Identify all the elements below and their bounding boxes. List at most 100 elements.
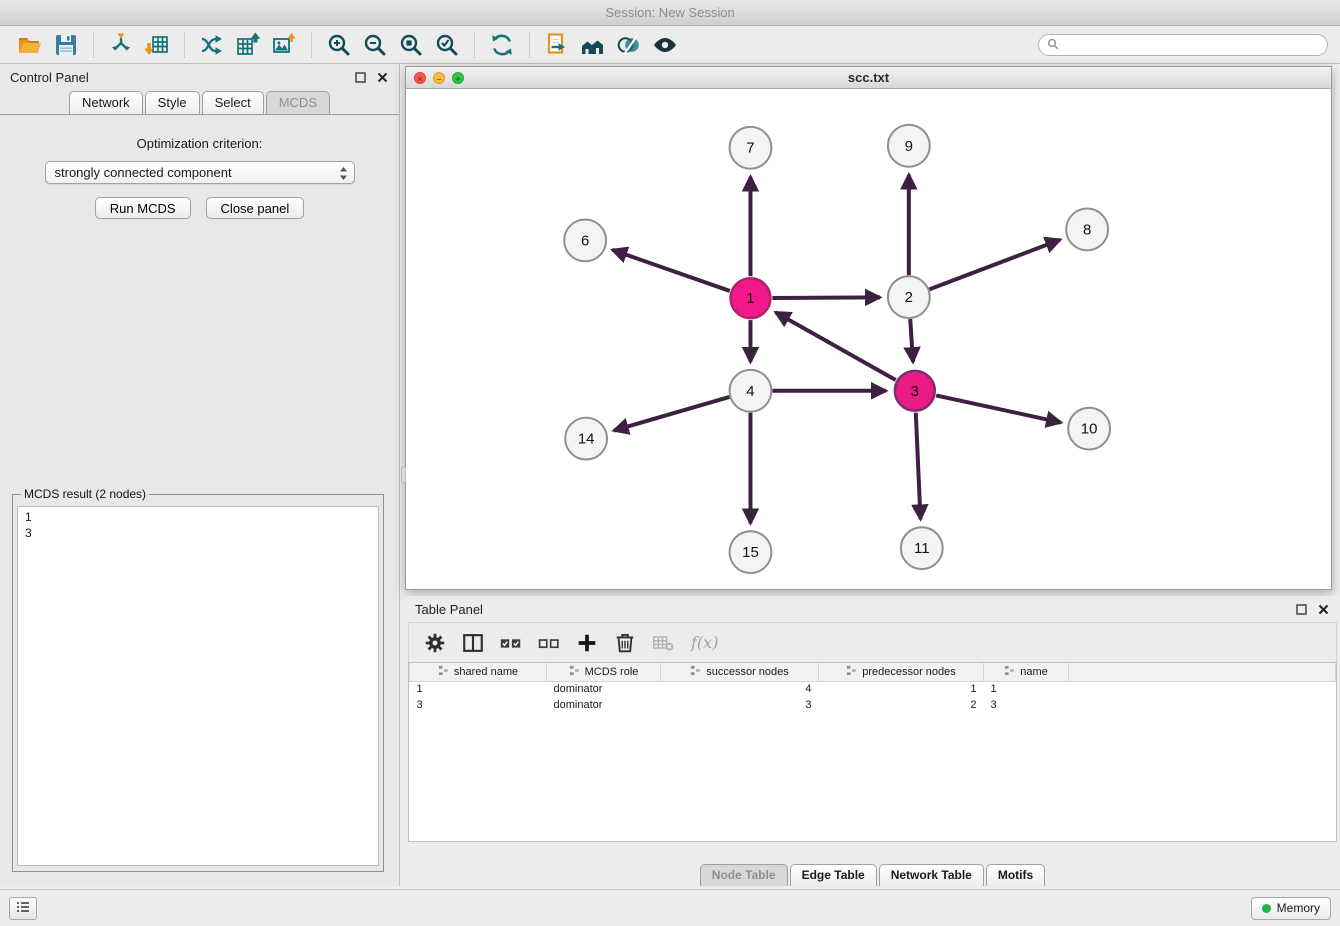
mcds-result-value: 3 <box>25 525 371 541</box>
table-cell[interactable]: 1 <box>819 681 984 697</box>
search-box[interactable] <box>1038 34 1328 56</box>
tab-network[interactable]: Network <box>69 91 143 114</box>
export-network-icon[interactable] <box>194 30 230 60</box>
table-cell[interactable]: dominator <box>547 681 661 697</box>
memory-button[interactable]: Memory <box>1251 897 1331 920</box>
edge-1-6[interactable] <box>612 250 729 291</box>
table-cell[interactable]: 1 <box>410 681 547 697</box>
function-builder-button[interactable]: f(x) <box>691 633 718 652</box>
show-columns-icon[interactable] <box>457 628 489 658</box>
node-table[interactable]: shared nameMCDS rolesuccessor nodesprede… <box>408 662 1337 842</box>
table-options-disabled-icon[interactable] <box>647 628 679 658</box>
toolbar-icons-container <box>12 30 683 60</box>
close-panel-icon[interactable] <box>375 70 389 84</box>
node-label: 10 <box>1081 421 1098 438</box>
table-cell[interactable]: 4 <box>661 681 819 697</box>
search-input[interactable] <box>1064 38 1319 52</box>
float-panel-icon[interactable] <box>353 70 367 84</box>
edge-3-11[interactable] <box>916 413 921 520</box>
table-tab-motifs[interactable]: Motifs <box>986 864 1045 886</box>
control-panel: Control Panel NetworkStyleSelectMCDS Opt… <box>0 64 400 886</box>
select-all-icon[interactable] <box>495 628 527 658</box>
settings-gear-icon[interactable] <box>419 628 451 658</box>
edge-3-10[interactable] <box>936 395 1061 422</box>
table-cell[interactable]: 3 <box>410 697 547 713</box>
column-header-mcds-role[interactable]: MCDS role <box>547 663 661 681</box>
mcds-panel: Optimization criterion: strongly connect… <box>0 115 399 886</box>
graph-node-15[interactable]: 15 <box>730 531 772 573</box>
tab-mcds[interactable]: MCDS <box>266 91 330 114</box>
table-cell[interactable]: 3 <box>661 697 819 713</box>
graph-node-7[interactable]: 7 <box>730 127 772 169</box>
zoom-in-icon[interactable] <box>321 30 357 60</box>
tab-select[interactable]: Select <box>202 91 264 114</box>
export-image-icon[interactable] <box>266 30 302 60</box>
mcds-result-list[interactable]: 13 <box>17 506 379 866</box>
zoom-out-icon[interactable] <box>357 30 393 60</box>
float-table-panel-icon[interactable] <box>1294 602 1308 616</box>
zoom-window-icon[interactable]: + <box>452 72 464 84</box>
panel-splitter-handle[interactable] <box>401 467 406 483</box>
table-cell[interactable]: 1 <box>984 681 1069 697</box>
graph-node-10[interactable]: 10 <box>1068 408 1110 450</box>
optimization-criterion-select[interactable]: strongly connected component <box>45 161 355 184</box>
delete-row-icon[interactable] <box>609 628 641 658</box>
node-label: 14 <box>578 431 595 448</box>
style-preview-icon[interactable] <box>611 30 647 60</box>
table-tab-network-table[interactable]: Network Table <box>879 864 984 886</box>
show-hide-icon[interactable] <box>647 30 683 60</box>
close-table-panel-icon[interactable] <box>1316 602 1330 616</box>
minimize-window-icon[interactable]: – <box>433 72 445 84</box>
tab-style[interactable]: Style <box>145 91 200 114</box>
column-header-name[interactable]: name <box>984 663 1069 681</box>
edge-2-3[interactable] <box>910 319 913 362</box>
graph-node-1[interactable]: 1 <box>731 278 771 318</box>
edge-3-1[interactable] <box>776 312 896 380</box>
graph-node-14[interactable]: 14 <box>565 418 607 460</box>
status-bar: Memory <box>0 889 1340 926</box>
column-header-shared-name[interactable]: shared name <box>410 663 547 681</box>
run-mcds-button[interactable]: Run MCDS <box>95 197 191 219</box>
node-label: 4 <box>746 383 754 400</box>
save-session-icon[interactable] <box>48 30 84 60</box>
graph-node-9[interactable]: 9 <box>888 125 930 167</box>
home-layout-icon[interactable] <box>575 30 611 60</box>
task-history-button[interactable] <box>9 897 37 920</box>
table-tab-edge-table[interactable]: Edge Table <box>790 864 877 886</box>
table-cell[interactable]: 3 <box>984 697 1069 713</box>
open-file-icon[interactable] <box>12 30 48 60</box>
graph-node-4[interactable]: 4 <box>730 370 772 412</box>
dropdown-value: strongly connected component <box>55 165 232 180</box>
search-icon <box>1047 38 1059 53</box>
edge-2-8[interactable] <box>929 240 1060 290</box>
unselect-all-icon[interactable] <box>533 628 565 658</box>
zoom-fit-icon[interactable] <box>393 30 429 60</box>
table-row[interactable]: 3dominator323 <box>410 697 1336 713</box>
import-table-icon[interactable] <box>139 30 175 60</box>
column-header-successor-nodes[interactable]: successor nodes <box>661 663 819 681</box>
annotation-icon[interactable] <box>539 30 575 60</box>
refresh-layout-icon[interactable] <box>484 30 520 60</box>
graph-node-6[interactable]: 6 <box>564 219 606 261</box>
table-cell[interactable]: dominator <box>547 697 661 713</box>
window-titlebar: Session: New Session <box>0 0 1340 26</box>
node-label: 7 <box>746 140 754 157</box>
network-canvas[interactable]: 7 9 6 8 1 2 4 3 14 10 15 11 <box>406 90 1331 589</box>
import-network-icon[interactable] <box>103 30 139 60</box>
optimization-criterion-label: Optimization criterion: <box>0 136 399 151</box>
graph-node-11[interactable]: 11 <box>901 527 943 569</box>
column-header-predecessor-nodes[interactable]: predecessor nodes <box>819 663 984 681</box>
graph-node-2[interactable]: 2 <box>888 276 930 318</box>
edge-1-2[interactable] <box>772 297 880 298</box>
export-table-icon[interactable] <box>230 30 266 60</box>
close-panel-button[interactable]: Close panel <box>206 197 305 219</box>
add-row-icon[interactable] <box>571 628 603 658</box>
zoom-selected-icon[interactable] <box>429 30 465 60</box>
table-cell[interactable]: 2 <box>819 697 984 713</box>
graph-node-3[interactable]: 3 <box>895 371 935 411</box>
table-tab-node-table[interactable]: Node Table <box>700 864 788 886</box>
table-row[interactable]: 1dominator411 <box>410 681 1336 697</box>
edge-4-14[interactable] <box>614 397 730 431</box>
close-window-icon[interactable]: × <box>414 72 426 84</box>
graph-node-8[interactable]: 8 <box>1066 209 1108 251</box>
